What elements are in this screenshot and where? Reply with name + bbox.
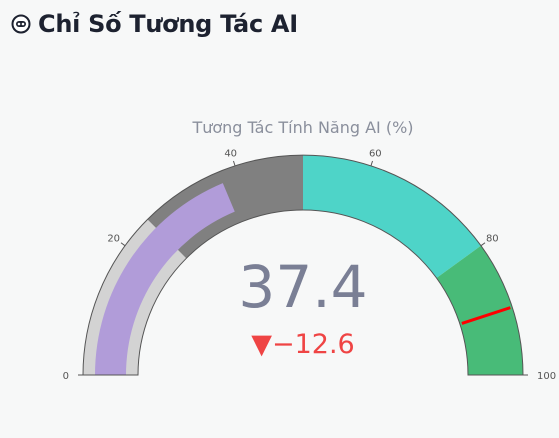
- gauge-tick-label: 40: [224, 148, 237, 159]
- gauge-tick-mark: [120, 242, 126, 247]
- gauge-title: Tương Tác Tính Năng AI (%): [191, 118, 413, 137]
- gauge-tick-label: 20: [107, 233, 120, 244]
- gauge-value: 37.4: [238, 253, 367, 321]
- page-title: Chỉ Số Tương Tác AI: [38, 10, 298, 38]
- gauge-tick-label: 100: [537, 371, 556, 382]
- gauge-tick-label: 0: [63, 371, 69, 382]
- gauge-tick-mark: [480, 242, 486, 247]
- gauge-tick-mark: [232, 160, 236, 166]
- robot-face-icon: [10, 13, 32, 35]
- gauge-tick-label: 60: [369, 148, 382, 159]
- gauge-svg: Tương Tác Tính Năng AI (%) 02040 6080100 …: [63, 118, 556, 382]
- gauge-tick-label: 80: [486, 233, 499, 244]
- gauge-delta: ▼−12.6: [251, 329, 355, 360]
- gauge-tick-mark: [370, 160, 374, 166]
- page-header: Chỉ Số Tương Tác AI: [10, 6, 298, 42]
- gauge-chart: Tương Tác Tính Năng AI (%) 0 20 40 60 80 100 …: [0, 60, 559, 433]
